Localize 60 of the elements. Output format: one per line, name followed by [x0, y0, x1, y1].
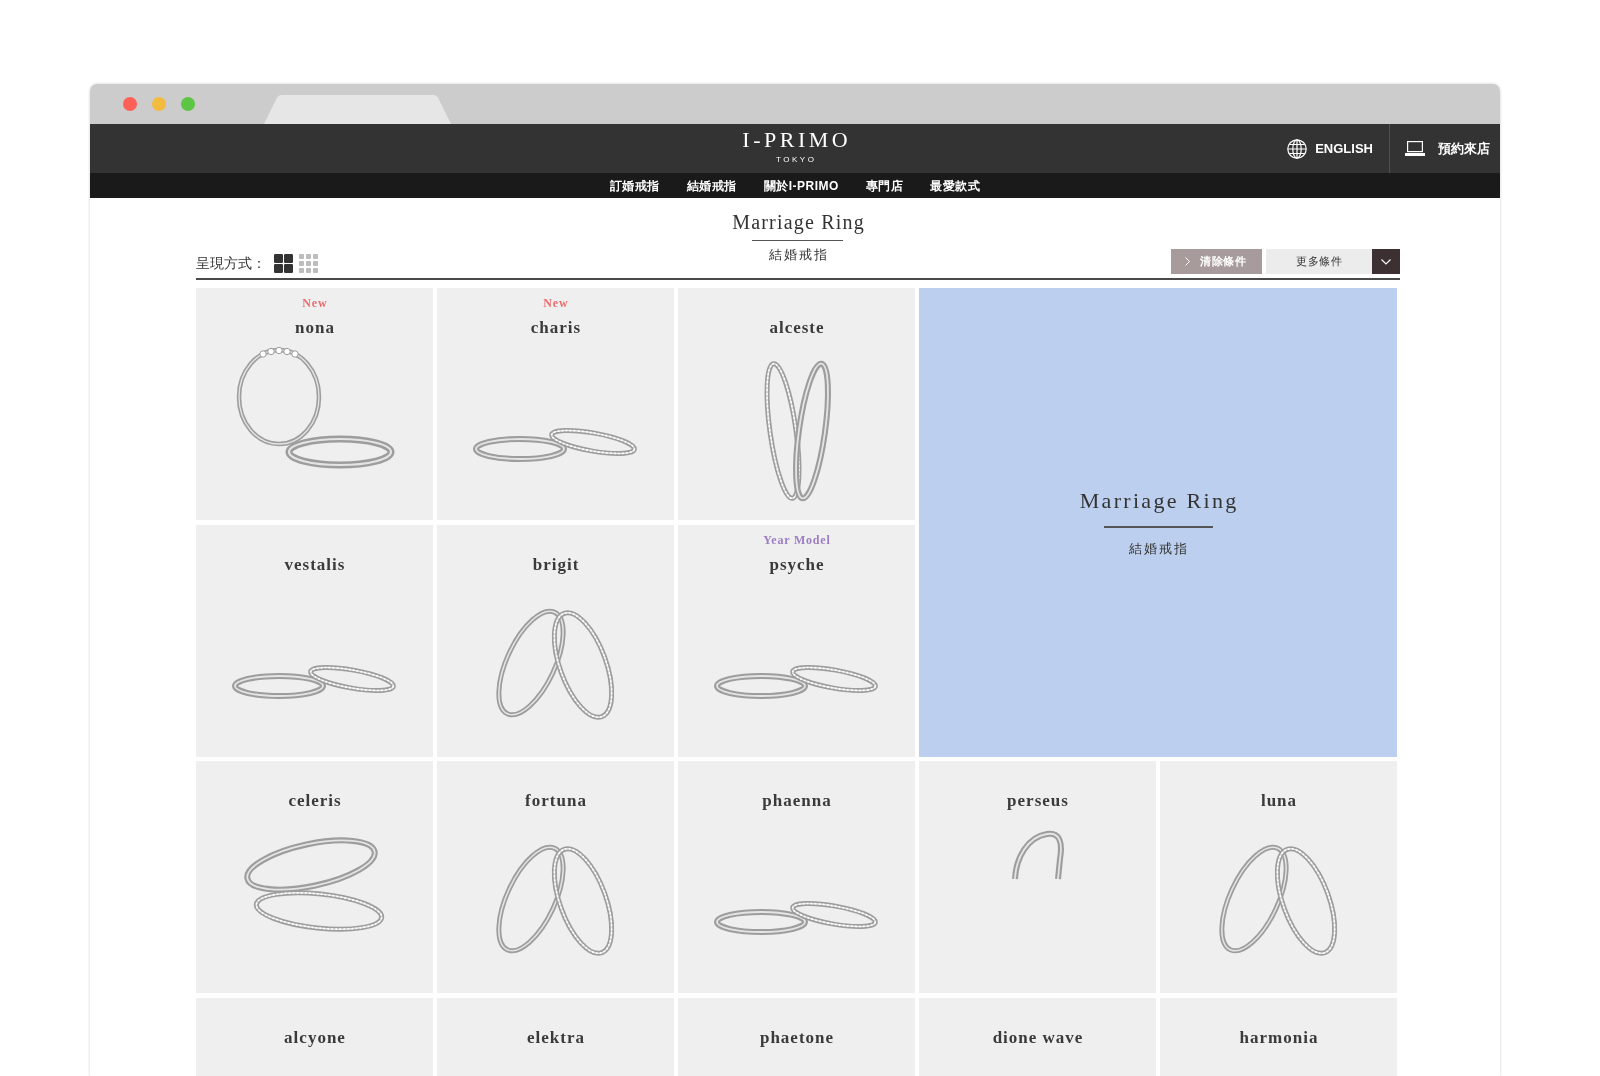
nav-link[interactable]: 關於I-PRIMO: [763, 177, 839, 194]
zoom-icon[interactable]: [181, 97, 195, 111]
product-name: psyche: [769, 553, 825, 576]
chevron-right-icon: [1185, 257, 1190, 266]
laptop-icon: [1405, 141, 1425, 156]
nav-link[interactable]: 訂婚戒指: [609, 177, 660, 194]
nav-link[interactable]: 最愛款式: [930, 177, 981, 194]
product-name: elektra: [527, 1026, 585, 1049]
more-filters-button[interactable]: 更多條件: [1266, 249, 1372, 274]
nav-link[interactable]: 結婚戒指: [686, 177, 737, 194]
product-card[interactable]: elektra: [437, 997, 674, 1076]
browser-tab[interactable]: [264, 95, 451, 124]
page-title: Marriage Ring: [732, 210, 865, 234]
product-name: alcyone: [284, 1026, 346, 1049]
product-card[interactable]: luna: [1160, 761, 1397, 993]
globe-icon: [1287, 138, 1308, 159]
product-card[interactable]: alceste: [678, 288, 915, 520]
product-name: phaetone: [759, 1026, 835, 1049]
product-card[interactable]: phaetone: [678, 997, 915, 1076]
product-name: fortuna: [525, 790, 587, 812]
highlight-label: Year Model: [763, 531, 831, 548]
product-card[interactable]: Year Model psyche: [678, 524, 915, 757]
large-grid-icon[interactable]: [274, 254, 293, 273]
product-name: celeris: [288, 790, 342, 812]
view-label: 呈現方式：: [196, 254, 266, 273]
product-card[interactable]: harmonia: [1160, 997, 1397, 1076]
product-card[interactable]: celeris: [196, 761, 433, 993]
chevron-down-icon: [1381, 258, 1391, 265]
language-link[interactable]: ENGLISH: [1287, 124, 1389, 173]
product-name: phaenna: [762, 790, 832, 812]
dropdown-button[interactable]: [1372, 249, 1400, 274]
minimize-icon[interactable]: [152, 97, 166, 111]
small-grid-icon[interactable]: [299, 254, 318, 273]
ring-arc-drawing: [1009, 829, 1066, 881]
nav-link[interactable]: 專門店: [865, 177, 904, 194]
product-name: perseus: [1007, 790, 1069, 812]
product-name: nona: [295, 317, 335, 339]
product-name: vestalis: [284, 553, 346, 576]
product-card[interactable]: brigit: [437, 524, 674, 757]
highlight-label: New: [302, 295, 328, 311]
highlight-label: New: [543, 295, 569, 311]
logo[interactable]: I-PRIMO TOKYO: [742, 124, 848, 173]
product-card[interactable]: phaenna: [678, 761, 915, 993]
feature-title: Marriage Ring: [1079, 487, 1239, 516]
close-icon[interactable]: [123, 97, 137, 111]
product-card[interactable]: fortuna: [437, 761, 674, 993]
product-name: luna: [1260, 790, 1298, 812]
product-card[interactable]: New nona: [196, 288, 433, 520]
product-name: alceste: [769, 317, 825, 339]
product-card[interactable]: vestalis: [196, 524, 433, 757]
product-name: charis: [530, 317, 582, 339]
product-name: harmonia: [1239, 1026, 1319, 1049]
product-card[interactable]: perseus: [919, 761, 1156, 993]
feature-subtitle: 結婚戒指: [1129, 541, 1189, 558]
product-name: dione wave: [992, 1026, 1084, 1049]
product-card[interactable]: dione wave: [919, 997, 1156, 1076]
product-card[interactable]: alcyone: [196, 997, 433, 1076]
product-name: brigit: [532, 553, 580, 576]
page-subtitle: 結婚戒指: [769, 247, 829, 263]
product-card[interactable]: New charis: [437, 288, 674, 520]
